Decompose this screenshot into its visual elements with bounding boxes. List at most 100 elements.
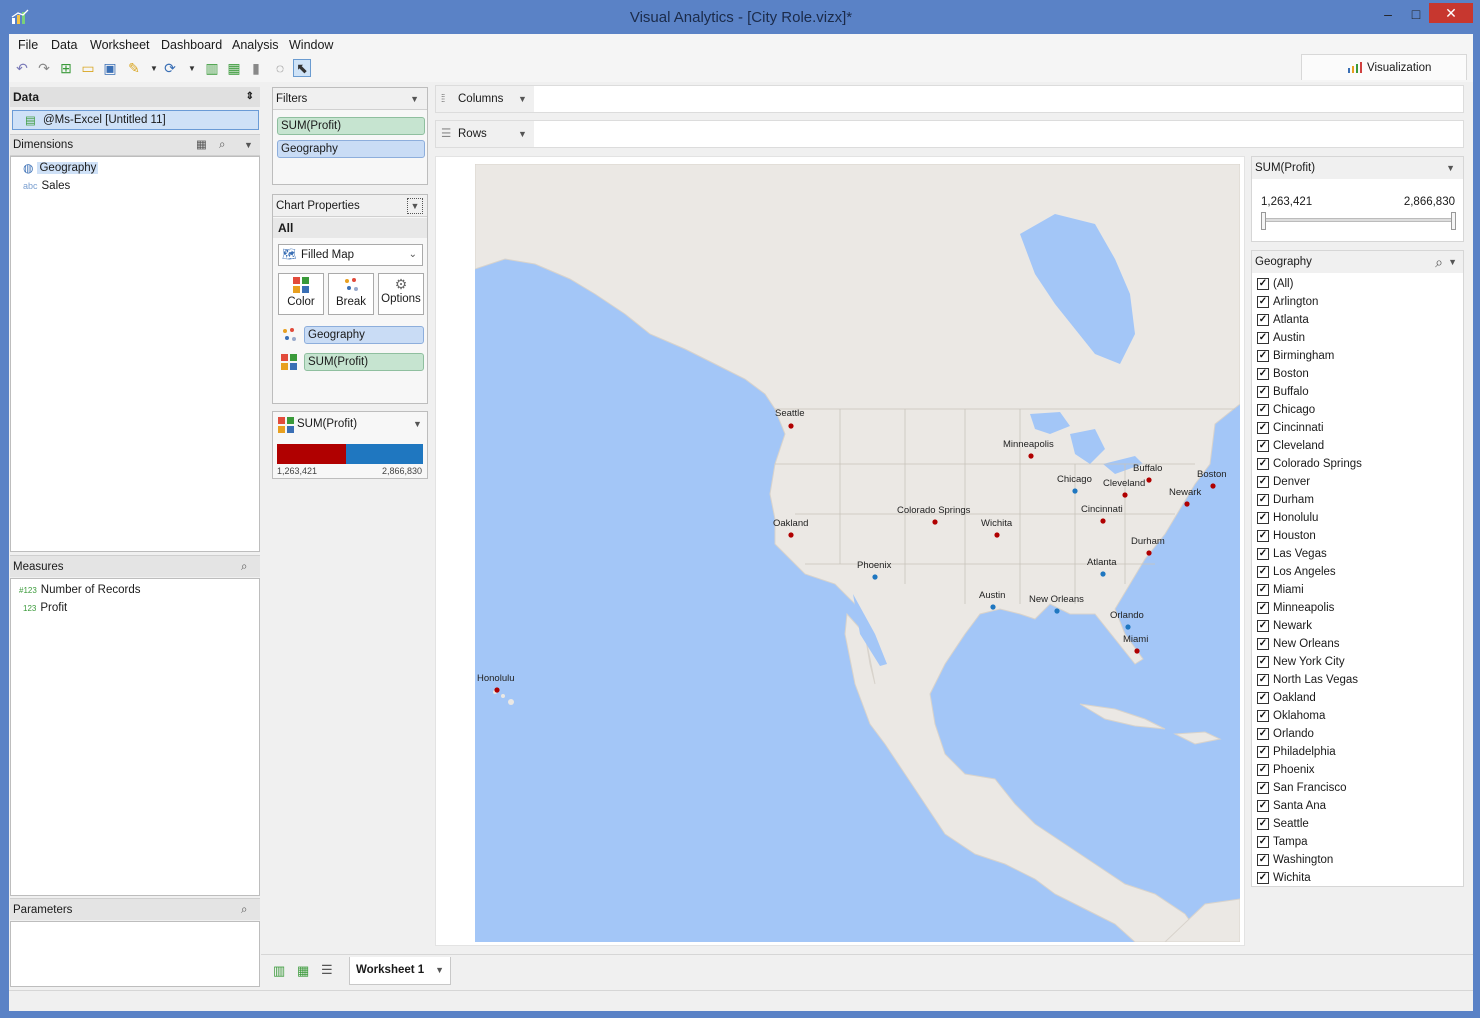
checkbox[interactable]: ✓ (1257, 710, 1269, 722)
city-marker[interactable] (1146, 550, 1152, 556)
new-file-icon[interactable]: ⊞ (57, 59, 75, 77)
map-canvas[interactable]: Seattle Minneapolis Buffalo Boston Chicago Cl… (475, 164, 1240, 942)
city-marker[interactable] (1134, 648, 1140, 654)
geography-filter-item[interactable]: ✓ Houston (1252, 527, 1463, 545)
search-icon[interactable]: ⌕ (241, 556, 247, 578)
options-button[interactable]: ⚙ Options (378, 273, 424, 315)
wand-icon[interactable]: ✎ (125, 59, 143, 77)
dimension-item-geography[interactable]: ◍ Geography (23, 160, 99, 176)
dimension-item-sales[interactable]: abc Sales (23, 178, 70, 194)
checkbox[interactable]: ✓ (1257, 620, 1269, 632)
geography-filter-item[interactable]: ✓ Washington (1252, 851, 1463, 869)
chevron-down-icon[interactable]: ▼ (410, 88, 419, 110)
data-source-item[interactable]: ▤ @Ms-Excel [Untitled 11] (12, 110, 259, 130)
search-icon[interactable]: ⌕ (241, 899, 247, 921)
slider-max-handle[interactable] (1451, 212, 1456, 230)
checkbox[interactable]: ✓ (1257, 422, 1269, 434)
chevron-down-icon[interactable]: ▼ (183, 59, 201, 77)
checkbox[interactable]: ✓ (1257, 314, 1269, 326)
close-button[interactable]: ✕ (1429, 3, 1473, 23)
checkbox[interactable]: ✓ (1257, 386, 1269, 398)
checkbox[interactable]: ✓ (1257, 836, 1269, 848)
checkbox[interactable]: ✓ (1257, 494, 1269, 506)
geography-filter-item[interactable]: ✓ Birmingham (1252, 347, 1463, 365)
geography-filter-item[interactable]: ✓ Denver (1252, 473, 1463, 491)
city-marker[interactable] (994, 532, 1000, 538)
checkbox[interactable]: ✓ (1257, 746, 1269, 758)
chevron-down-icon[interactable]: ▼ (407, 198, 423, 214)
geography-filter-item[interactable]: ✓ Santa Ana (1252, 797, 1463, 815)
checkbox[interactable]: ✓ (1257, 818, 1269, 830)
chevron-down-icon[interactable]: ▼ (1446, 157, 1455, 179)
add-dashboard-icon[interactable]: ▦ (225, 59, 243, 77)
save-icon[interactable]: ▣ (101, 59, 119, 77)
table-icon[interactable]: ▦ (196, 135, 207, 155)
geography-filter-item[interactable]: ✓ Los Angeles (1252, 563, 1463, 581)
menu-dashboard[interactable]: Dashboard (161, 38, 222, 52)
checkbox[interactable]: ✓ (1257, 278, 1269, 290)
checkbox[interactable]: ✓ (1257, 296, 1269, 308)
measure-item-number-of-records[interactable]: #123 Number of Records (19, 582, 141, 598)
geography-filter-item[interactable]: ✓ Buffalo (1252, 383, 1463, 401)
city-marker[interactable] (1072, 488, 1078, 494)
chart-type-select[interactable]: 🗺 Filled Map ⌄ (278, 244, 423, 266)
geography-filter-item[interactable]: ✓ Oklahoma (1252, 707, 1463, 725)
city-marker[interactable] (872, 574, 878, 580)
geography-filter-item[interactable]: ✓ Colorado Springs (1252, 455, 1463, 473)
city-marker[interactable] (1100, 518, 1106, 524)
checkbox[interactable]: ✓ (1257, 476, 1269, 488)
chevron-down-icon[interactable]: ▼ (413, 419, 422, 429)
city-marker[interactable] (788, 532, 794, 538)
lasso-icon[interactable]: ◌ (271, 59, 289, 77)
checkbox[interactable]: ✓ (1257, 854, 1269, 866)
redo-icon[interactable]: ↷ (35, 59, 53, 77)
checkbox[interactable]: ✓ (1257, 332, 1269, 344)
open-folder-icon[interactable]: ▭ (79, 59, 97, 77)
add-chart-icon[interactable]: ▥ (203, 59, 221, 77)
chevron-down-icon[interactable]: ▼ (518, 86, 527, 112)
geography-filter-item[interactable]: ✓ Wichita (1252, 869, 1463, 887)
geography-filter-item[interactable]: ✓ Cincinnati (1252, 419, 1463, 437)
city-marker[interactable] (494, 687, 500, 693)
checkbox[interactable]: ✓ (1257, 872, 1269, 884)
city-marker[interactable] (1210, 483, 1216, 489)
geography-filter-item[interactable]: ✓ Las Vegas (1252, 545, 1463, 563)
geography-filter-item[interactable]: ✓ Seattle (1252, 815, 1463, 833)
columns-shelf[interactable]: ⦙⦙ Columns ▼ (435, 85, 1464, 113)
geography-filter-item[interactable]: ✓ North Las Vegas (1252, 671, 1463, 689)
geography-filter-item[interactable]: ✓ Phoenix (1252, 761, 1463, 779)
checkbox[interactable]: ✓ (1257, 728, 1269, 740)
pointer-icon[interactable]: ⬉ (293, 59, 311, 77)
checkbox[interactable]: ✓ (1257, 800, 1269, 812)
city-marker[interactable] (1125, 624, 1131, 630)
checkbox[interactable]: ✓ (1257, 782, 1269, 794)
rows-shelf[interactable]: ☰ Rows ▼ (435, 120, 1464, 148)
geography-filter-item[interactable]: ✓ Newark (1252, 617, 1463, 635)
geography-filter-item[interactable]: ✓ Orlando (1252, 725, 1463, 743)
mark-pill-geography[interactable]: Geography (304, 326, 424, 344)
geography-filter-item[interactable]: ✓ Austin (1252, 329, 1463, 347)
geography-filter-item[interactable]: ✓ Chicago (1252, 401, 1463, 419)
checkbox[interactable]: ✓ (1257, 602, 1269, 614)
geography-filter-item[interactable]: ✓ Oakland (1252, 689, 1463, 707)
checkbox[interactable]: ✓ (1257, 368, 1269, 380)
menu-analysis[interactable]: Analysis (232, 38, 279, 52)
chevron-down-icon[interactable]: ▼ (244, 135, 253, 155)
menu-data[interactable]: Data (51, 38, 77, 52)
menu-file[interactable]: File (18, 38, 38, 52)
geography-filter-item[interactable]: ✓ Miami (1252, 581, 1463, 599)
checkbox[interactable]: ✓ (1257, 764, 1269, 776)
checkbox[interactable]: ✓ (1257, 584, 1269, 596)
search-icon[interactable]: ⌕ (1435, 251, 1443, 273)
geography-filter-item[interactable]: ✓ Honolulu (1252, 509, 1463, 527)
geography-filter-item[interactable]: ✓ Arlington (1252, 293, 1463, 311)
city-marker[interactable] (1028, 453, 1034, 459)
tab-worksheet-1[interactable]: Worksheet 1 ▼ (349, 957, 451, 985)
checkbox[interactable]: ✓ (1257, 530, 1269, 542)
all-marks-tab[interactable]: All (273, 218, 427, 238)
geography-filter-item[interactable]: ✓ San Francisco (1252, 779, 1463, 797)
checkbox[interactable]: ✓ (1257, 440, 1269, 452)
checkbox[interactable]: ✓ (1257, 656, 1269, 668)
city-marker[interactable] (1054, 608, 1060, 614)
filter-pill-sum-profit[interactable]: SUM(Profit) (277, 117, 425, 135)
